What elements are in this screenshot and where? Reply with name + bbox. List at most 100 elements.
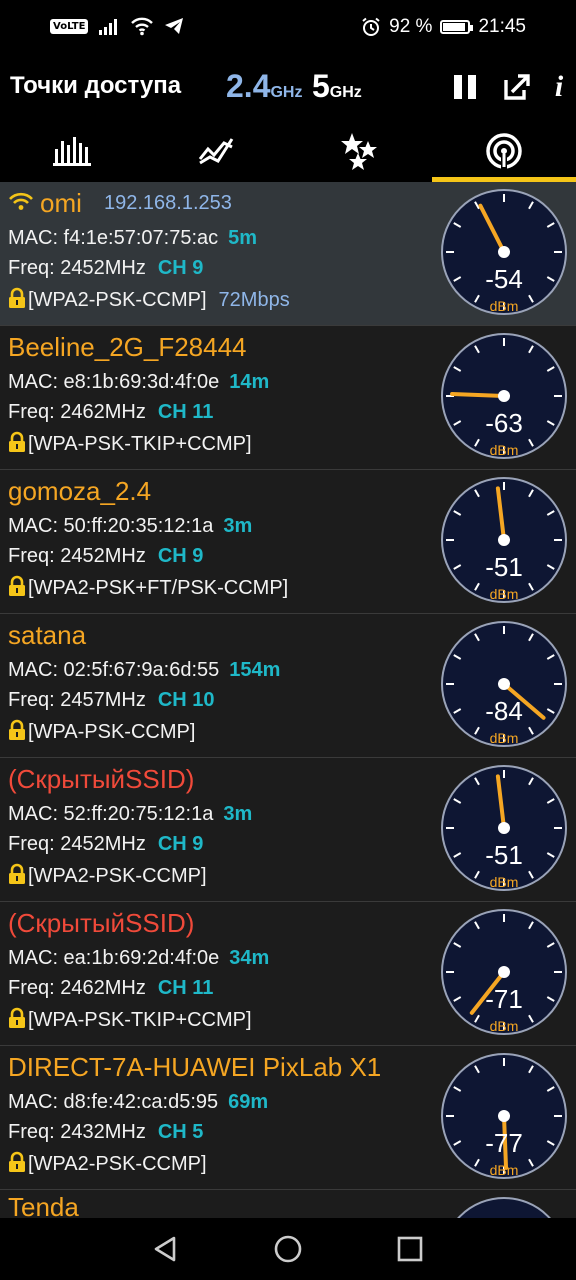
channel: CH 11	[157, 401, 214, 423]
freq-line: Freq: 2462MHz CH 11	[8, 401, 213, 424]
info-button[interactable]: i	[542, 70, 576, 104]
distance: 3m	[223, 803, 253, 825]
time-graph-icon	[198, 138, 234, 165]
channel-rating-icon	[341, 133, 377, 170]
channel: CH 10	[157, 689, 215, 711]
recents-button[interactable]	[393, 1232, 427, 1266]
lock-icon	[9, 719, 25, 740]
home-icon	[274, 1235, 302, 1263]
export-icon	[504, 74, 530, 100]
status-right: 92 % 21:45	[361, 16, 526, 38]
channel: CH 9	[157, 833, 204, 855]
access-point-list[interactable]: omi 192.168.1.253 MAC: f4:1e:57:07:75:ac 5m…	[0, 182, 576, 1218]
list-item[interactable]: Beeline_2G_F28444 MAC: e8:1b:69:3d:4f:0e 1…	[0, 326, 576, 470]
band-5-unit: GHz	[329, 84, 362, 101]
ssid-label: omi	[8, 188, 82, 219]
security: [WPA-PSK-CCMP]	[28, 721, 196, 743]
status-bar: VoLTE 92 % 21:45	[0, 0, 576, 58]
band-24-toggle[interactable]: 2.4GHz	[226, 68, 302, 105]
frequency: Freq: 2432MHz	[8, 1121, 146, 1143]
alarm-icon	[362, 17, 380, 36]
lock-icon	[9, 287, 25, 308]
mac-address: MAC: 52:ff:20:75:12:1a	[8, 803, 214, 825]
list-item[interactable]: (СкрытыйSSID) MAC: 52:ff:20:75:12:1a 3m Fre…	[0, 758, 576, 902]
list-item-partial[interactable]: Tenda	[0, 1190, 576, 1218]
link-rate: 72Mbps	[218, 289, 290, 311]
gauge-dial	[441, 189, 567, 315]
distance: 14m	[229, 371, 270, 393]
signal-value: -71	[485, 984, 523, 1014]
frequency: Freq: 2452MHz	[8, 833, 146, 855]
channel: CH 9	[157, 545, 204, 567]
distance: 69m	[228, 1091, 269, 1113]
gauge-needle	[450, 391, 506, 398]
gauge-hub	[498, 678, 510, 690]
signal-unit: dBm	[489, 298, 519, 314]
tab-time-graph[interactable]	[144, 120, 288, 182]
signal-unit: dBm	[489, 730, 519, 746]
mac-address: MAC: d8:fe:42:ca:d5:95	[8, 1091, 219, 1113]
signal-unit: dBm	[489, 1162, 519, 1178]
connected-wifi-icon	[9, 192, 33, 210]
ssid-text: (СкрытыйSSID)	[8, 764, 195, 794]
list-item[interactable]: satana MAC: 02:5f:67:9a:6d:55 154m Freq: 24…	[0, 614, 576, 758]
band-24-label: 2.4	[226, 68, 271, 104]
mac-line: MAC: f4:1e:57:07:75:ac 5m	[8, 227, 257, 250]
list-item[interactable]: (СкрытыйSSID) MAC: ea:1b:69:2d:4f:0e 34m Fr…	[0, 902, 576, 1046]
wifi-icon	[131, 17, 154, 36]
security-line: [WPA-PSK-TKIP+CCMP]	[8, 1007, 252, 1032]
signal-gauge: -77 dBm	[440, 1052, 568, 1180]
signal-gauge: -51 dBm	[440, 764, 568, 892]
ip-address: 192.168.1.253	[104, 192, 232, 214]
gauge-dial	[441, 765, 567, 891]
telegram-icon	[165, 18, 184, 34]
band-5-toggle[interactable]: 5GHz	[312, 68, 362, 105]
security: [WPA-PSK-TKIP+CCMP]	[28, 433, 252, 455]
signal-value: -63	[485, 408, 523, 438]
list-item[interactable]: gomoza_2.4 MAC: 50:ff:20:35:12:1a 3m Freq: …	[0, 470, 576, 614]
pause-button[interactable]	[448, 70, 482, 104]
page-title: Точки доступа	[10, 72, 182, 99]
ssid-label: Beeline_2G_F28444	[8, 332, 247, 363]
freq-line: Freq: 2432MHz CH 5	[8, 1121, 203, 1144]
tab-channel-graph[interactable]	[0, 120, 144, 182]
signal-unit: dBm	[489, 874, 519, 890]
tab-channel-rating[interactable]	[288, 120, 432, 182]
signal-gauge: -63 dBm	[440, 332, 568, 460]
gauge-hub	[498, 822, 510, 834]
list-item[interactable]: omi 192.168.1.253 MAC: f4:1e:57:07:75:ac 5m…	[0, 182, 576, 326]
security: [WPA2-PSK-CCMP]	[28, 289, 207, 311]
app-bar: Точки доступа 2.4GHz 5GHz i	[0, 58, 576, 120]
ssid-text: gomoza_2.4	[8, 476, 152, 506]
freq-line: Freq: 2452MHz CH 9	[8, 833, 203, 856]
home-button[interactable]	[271, 1232, 305, 1266]
signal-gauge: -51 dBm	[440, 476, 568, 604]
security-line: [WPA2-PSK-CCMP]	[8, 1151, 207, 1176]
export-button[interactable]	[500, 70, 534, 104]
freq-line: Freq: 2452MHz CH 9	[8, 257, 203, 280]
back-icon	[154, 1236, 176, 1262]
tab-access-points[interactable]	[432, 120, 576, 182]
ssid-label: DIRECT-7A-HUAWEI PixLab X1	[8, 1052, 381, 1083]
back-button[interactable]	[148, 1232, 182, 1266]
gauge-hub	[498, 534, 510, 546]
signal-unit: dBm	[489, 586, 519, 602]
gauge-dial	[441, 477, 567, 603]
navigation-bar	[0, 1218, 576, 1280]
lock-icon	[9, 1007, 25, 1028]
frequency: Freq: 2462MHz	[8, 401, 146, 423]
distance: 34m	[229, 947, 270, 969]
signal-icon	[99, 19, 118, 35]
ssid-label: (СкрытыйSSID)	[8, 764, 194, 795]
mac-line: MAC: 52:ff:20:75:12:1a 3m	[8, 803, 252, 826]
list-item[interactable]: DIRECT-7A-HUAWEI PixLab X1 MAC: d8:fe:42:…	[0, 1046, 576, 1190]
distance: 3m	[223, 515, 253, 537]
access-points-icon	[486, 133, 522, 169]
lock-icon	[9, 863, 25, 884]
gauge-hub	[498, 246, 510, 258]
signal-gauge: -71 dBm	[440, 908, 568, 1036]
frequency: Freq: 2457MHz	[8, 689, 146, 711]
distance: 154m	[229, 659, 281, 681]
signal-unit: dBm	[489, 442, 519, 458]
ssid-text: DIRECT-7A-HUAWEI PixLab X1	[8, 1052, 382, 1082]
